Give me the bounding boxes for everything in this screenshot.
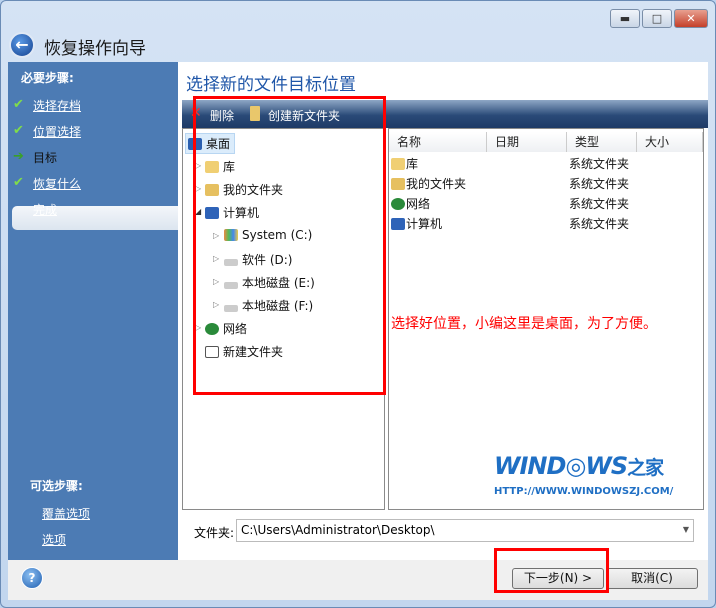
user-folder-icon bbox=[391, 178, 405, 190]
column-date[interactable]: 日期 bbox=[487, 132, 567, 152]
computer-icon bbox=[391, 218, 405, 230]
watermark-logo: WIND◎WS之家 bbox=[494, 452, 664, 480]
list-item[interactable]: 网络 系统文件夹 bbox=[391, 195, 629, 212]
item-name: 我的文件夹 bbox=[406, 177, 467, 191]
back-button[interactable]: ← bbox=[9, 32, 35, 58]
logo-text: WIND◎WS bbox=[494, 452, 628, 480]
step-overwrite-options[interactable]: 覆盖选项 bbox=[42, 505, 90, 522]
item-type: 系统文件夹 bbox=[569, 197, 630, 211]
list-item[interactable]: 计算机 系统文件夹 bbox=[391, 215, 629, 232]
minimize-button[interactable]: ▬ bbox=[610, 9, 640, 28]
library-icon bbox=[391, 158, 405, 170]
item-type: 系统文件夹 bbox=[569, 177, 630, 191]
help-button[interactable]: ? bbox=[21, 567, 43, 589]
step-options[interactable]: 选项 bbox=[42, 531, 66, 548]
item-name: 计算机 bbox=[406, 217, 443, 231]
check-icon: ✔ bbox=[13, 123, 24, 138]
network-icon bbox=[391, 198, 405, 210]
item-type: 系统文件夹 bbox=[569, 157, 630, 171]
check-icon: ✔ bbox=[13, 175, 24, 190]
arrow-right-icon: ➔ bbox=[13, 149, 24, 164]
watermark-url: HTTP://WWW.WINDOWSZJ.COM/ bbox=[494, 486, 674, 497]
cancel-button[interactable]: 取消(C) bbox=[606, 568, 698, 589]
list-item[interactable]: 我的文件夹 系统文件夹 bbox=[391, 175, 629, 192]
step-what-to-restore[interactable]: 恢复什么 bbox=[33, 175, 81, 192]
folder-path-value: C:\Users\Administrator\Desktop\ bbox=[241, 523, 435, 537]
page-title: 选择新的文件目标位置 bbox=[186, 75, 356, 95]
required-steps-label: 必要步骤: bbox=[21, 71, 74, 85]
column-name[interactable]: 名称 bbox=[389, 132, 487, 152]
column-type[interactable]: 类型 bbox=[567, 132, 637, 152]
item-name: 库 bbox=[406, 157, 419, 171]
arrow-left-icon: ← bbox=[15, 35, 29, 54]
close-button[interactable]: ✕ bbox=[674, 9, 708, 28]
optional-steps-label: 可选步骤: bbox=[30, 479, 83, 493]
dropdown-arrow-icon[interactable]: ▼ bbox=[683, 525, 689, 534]
item-name: 网络 bbox=[406, 197, 431, 211]
window-title: 恢复操作向导 bbox=[44, 39, 146, 59]
folder-label: 文件夹: bbox=[194, 526, 235, 540]
maximize-button[interactable]: □ bbox=[642, 9, 672, 28]
highlight-box-tree bbox=[193, 96, 386, 395]
annotation-text: 选择好位置，小编这里是桌面，为了方便。 bbox=[391, 316, 657, 332]
folder-path-combobox[interactable]: C:\Users\Administrator\Desktop\ ▼ bbox=[236, 519, 694, 542]
sidebar: 必要步骤: ✔ 选择存档 ✔ 位置选择 ➔ 目标 ✔ 恢复什么 完成 可选步骤:… bbox=[8, 62, 182, 560]
step-target[interactable]: 目标 bbox=[33, 149, 57, 166]
list-item[interactable]: 库 系统文件夹 bbox=[391, 155, 629, 172]
logo-cn-text: 之家 bbox=[627, 457, 664, 479]
check-icon: ✔ bbox=[13, 97, 24, 112]
step-finish[interactable]: 完成 bbox=[33, 201, 57, 218]
highlight-box-next bbox=[494, 548, 609, 593]
step-location[interactable]: 位置选择 bbox=[33, 123, 81, 140]
step-select-archive[interactable]: 选择存档 bbox=[33, 97, 81, 114]
item-type: 系统文件夹 bbox=[569, 217, 630, 231]
column-size[interactable]: 大小 bbox=[637, 132, 703, 152]
